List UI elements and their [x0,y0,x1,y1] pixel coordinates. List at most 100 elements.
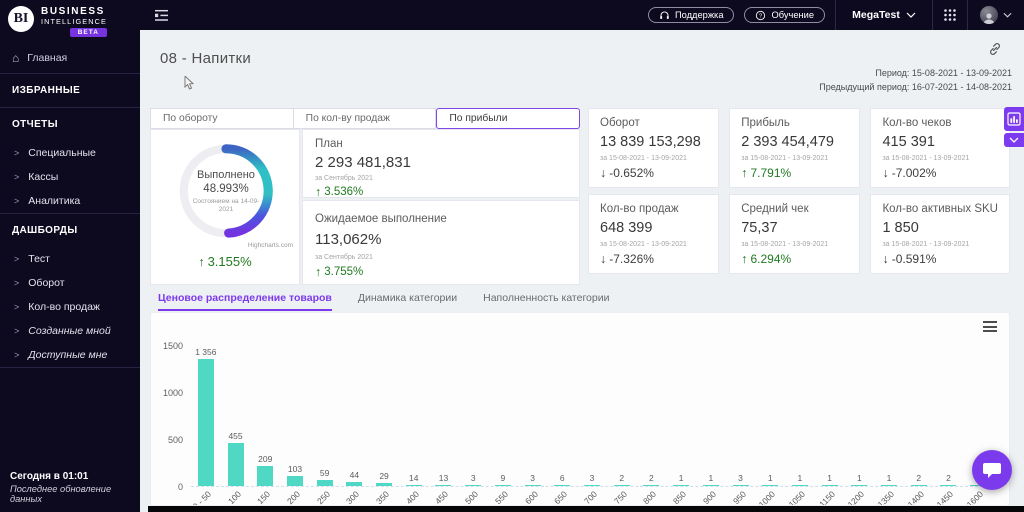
link-icon [990,43,1000,55]
bar[interactable] [613,485,630,486]
dashboard-panel-button[interactable] [1004,107,1024,131]
bar-slot: 3 550 - 600 [507,335,548,505]
kpi-label: Кол-во чеков [882,117,952,129]
x-axis-label: 700 - 750 [596,489,629,506]
bar[interactable] [940,485,957,486]
sidebar-item[interactable]: > Тест [0,247,140,271]
x-axis-label: 450 - 500 [447,489,481,506]
plan-title: План [315,138,343,150]
chevron-right-icon: > [14,148,20,158]
main-content: 08 - Напитки Период: 15-08-2021 - 13-09-… [140,30,1024,512]
chevron-right-icon: > [14,172,20,182]
bar[interactable] [346,482,363,486]
bar[interactable] [286,476,303,486]
bar-slot: 11100 - 1150 [798,335,845,505]
bar[interactable] [227,443,244,486]
chart-tab[interactable]: Динамика категории [358,292,457,311]
sidebar-item[interactable]: > Кол-во продаж [0,295,140,319]
metric-tab[interactable]: По кол-ву продаж [293,108,437,129]
bar[interactable] [524,485,541,486]
chart-tab[interactable]: Наполненность категории [483,292,609,311]
bar[interactable] [643,485,660,486]
kpi-period: за 15-08-2021 - 13-09-2021 [600,155,687,162]
bar[interactable] [435,485,452,486]
apps-grid-button[interactable] [933,8,967,22]
y-axis-label: 1000 [162,388,183,398]
support-button[interactable]: Поддержка [647,7,735,23]
bar-value-label: 1 356 [195,347,217,357]
sidebar-item[interactable]: > Специальные [0,141,140,165]
bar-slot: 3 450 - 500 [448,335,488,505]
bar[interactable] [257,466,274,486]
chat-widget-button[interactable] [972,450,1012,490]
headset-icon [660,11,669,19]
bar[interactable] [494,485,511,486]
sidebar-item[interactable]: > Доступные мне [0,343,140,367]
user-menu[interactable] [968,6,1024,24]
chevron-right-icon: > [14,254,20,264]
bar[interactable] [673,485,690,486]
arrow-down-icon: ↓ [600,252,607,266]
highcharts-credit[interactable]: Highcharts.com [248,242,293,249]
bar-slot: 1 800 - 850 [656,335,696,505]
bar[interactable] [197,359,214,486]
sidebar-item[interactable]: > Кассы [0,165,140,189]
bar-slot: 3 650 - 700 [567,335,607,505]
y-axis-label: 1500 [162,341,183,351]
bar-value-label: 2 [649,473,654,483]
bar[interactable] [910,485,927,486]
sidebar-item-home[interactable]: ⌂ Главная [0,41,140,73]
x-axis-label: 350 - 400 [388,489,421,506]
share-link-button[interactable] [988,42,1002,61]
sidebar-section-label: ДАШБОРДЫ [12,225,78,236]
bar-slot: 29 300 - 350 [359,335,399,505]
bar-value-label: 1 [797,473,803,483]
bar[interactable] [376,483,393,486]
grid-icon [944,9,956,21]
bar[interactable] [702,485,719,486]
bar[interactable] [316,480,333,486]
arrow-down-icon: ↓ [600,166,607,180]
bar[interactable] [762,485,779,486]
bar[interactable] [881,485,898,486]
bar[interactable] [465,485,482,486]
sidebar-toggle-button[interactable] [154,9,170,22]
mouse-cursor [184,74,195,95]
chevron-right-icon: > [14,326,20,336]
plan-delta-value: 3.536% [324,186,364,198]
bar[interactable] [851,485,868,486]
y-axis-label: 0 [177,482,183,492]
bar[interactable] [732,485,749,486]
bar-slot: 11150 - 1200 [828,335,874,505]
hamburger-icon [983,330,997,332]
sidebar-item[interactable]: > Оборот [0,271,140,295]
metric-tab[interactable]: По обороту [150,108,294,129]
bar[interactable] [791,485,808,486]
sidebar-section-label: ИЗБРАННЫЕ [12,85,81,96]
sidebar-item[interactable]: > Созданные мной [0,319,140,343]
donut-asof: Состоянием на 14-09-2021 [192,197,260,213]
chart-tab[interactable]: Ценовое распределение товаров [158,292,332,311]
x-axis-label: 500 - 550 [477,489,510,506]
bar-slot: 2 750 - 800 [626,335,667,505]
chevron-right-icon: > [14,302,20,312]
chart-context-menu-button[interactable] [983,321,997,332]
bar[interactable] [554,485,571,486]
account-menu[interactable]: MegaTest [836,9,932,21]
bar-value-label: 3 [738,473,743,483]
brand-logo[interactable]: BI BUSINESS INTELLIGENCE BETA [0,0,140,41]
bar[interactable] [405,485,422,486]
bar[interactable] [821,485,838,486]
x-axis-label: 550 - 600 [507,489,540,506]
bar-value-label: 3 [470,473,476,483]
collapse-panel-button[interactable] [1004,133,1024,147]
training-button[interactable]: ? Обучение [744,7,825,23]
donut-percent: 48.993% [203,182,249,195]
sidebar-item-label: Специальные [28,147,96,159]
kpi-delta: ↓ -7.326% [600,252,707,266]
sidebar-item[interactable]: > Аналитика [0,189,140,213]
kpi-delta-value: 6.294% [750,252,792,266]
x-axis-label: 800 - 850 [655,489,689,506]
bar[interactable] [583,485,600,486]
metric-tab[interactable]: По прибыли [436,108,581,129]
